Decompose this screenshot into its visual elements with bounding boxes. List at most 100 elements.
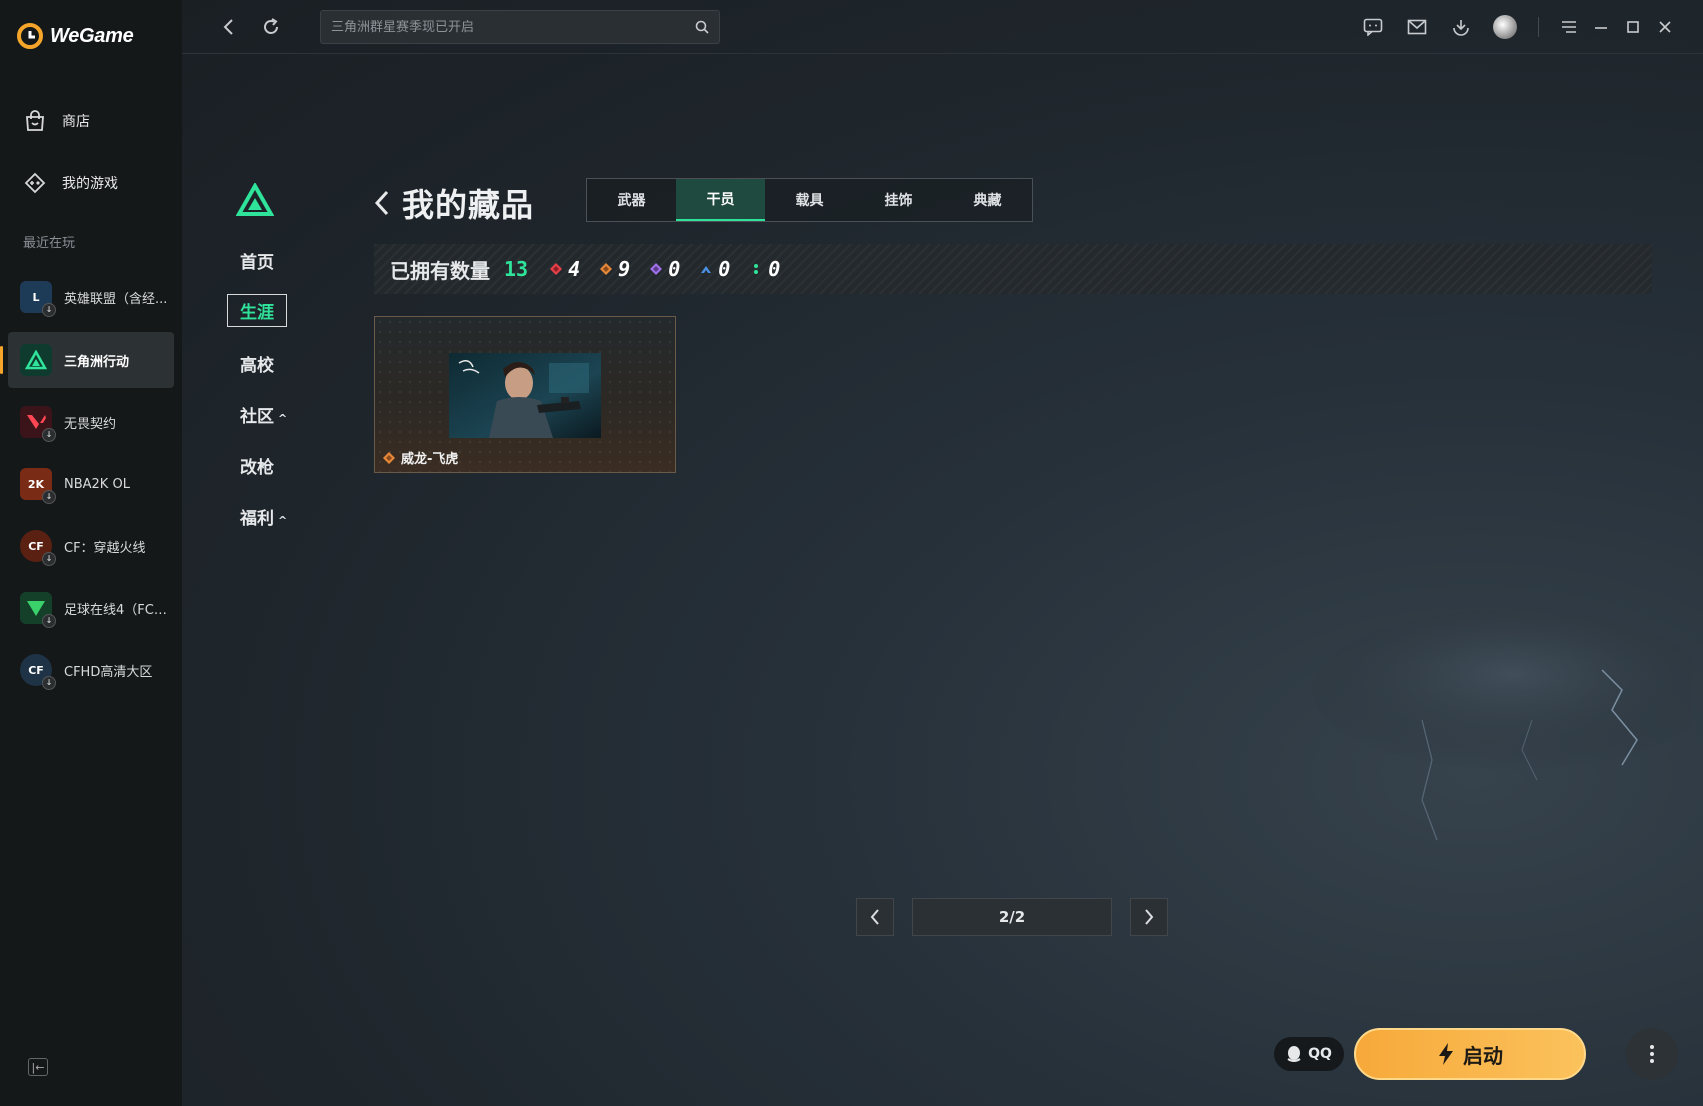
mail-button[interactable] bbox=[1404, 14, 1430, 40]
prev-page-button[interactable] bbox=[856, 898, 894, 936]
page-indicator: 2/2 bbox=[912, 898, 1112, 936]
game-nav-gunsmith[interactable]: 改枪 bbox=[240, 453, 274, 478]
rarity-stat-purple: 0 bbox=[650, 257, 680, 281]
rarity-count: 0 bbox=[768, 257, 781, 281]
nav-store-label: 商店 bbox=[62, 114, 90, 130]
recent-game-cfhd[interactable]: CF ↓ CFHD高清大区 bbox=[8, 642, 174, 698]
refresh-button[interactable] bbox=[258, 14, 284, 40]
valorant-icon: ↓ bbox=[20, 406, 56, 442]
next-page-button[interactable] bbox=[1130, 898, 1168, 936]
fc-online-icon: ↓ bbox=[20, 592, 56, 628]
launch-game-button[interactable]: 启动 bbox=[1354, 1028, 1586, 1080]
search-input[interactable] bbox=[331, 19, 695, 35]
league-of-legends-icon: L ↓ bbox=[20, 281, 56, 317]
rarity-count: 4 bbox=[568, 257, 581, 281]
collapse-left-icon: |← bbox=[31, 1060, 45, 1074]
tab-weapons[interactable]: 武器 bbox=[587, 179, 676, 221]
rarity-stat-blue: 0 bbox=[700, 257, 730, 281]
more-options-button[interactable] bbox=[1626, 1028, 1678, 1080]
recent-game-lol[interactable]: L ↓ 英雄联盟（含经... bbox=[8, 269, 174, 325]
owned-total-count: 13 bbox=[504, 257, 529, 281]
purple-diamond-icon bbox=[650, 263, 663, 275]
item-name-row: 威龙-飞虎 bbox=[383, 448, 458, 467]
tab-collectibles[interactable]: 典藏 bbox=[943, 179, 1032, 221]
game-nav-welfare-label: 福利 bbox=[240, 509, 274, 529]
nba2k-icon: 2K ↓ bbox=[20, 468, 56, 504]
owned-stats-bar: 已拥有数量 13 4 9 0 0 0 bbox=[374, 244, 1652, 294]
maximize-button[interactable] bbox=[1620, 14, 1646, 40]
nav-my-games[interactable]: 我的游戏 bbox=[22, 170, 118, 196]
store-bag-icon bbox=[26, 110, 44, 131]
recent-played-title: 最近在玩 bbox=[23, 236, 76, 251]
recent-game-valorant[interactable]: ↓ 无畏契约 bbox=[8, 394, 174, 450]
game-label: 英雄联盟（含经... bbox=[64, 291, 168, 307]
tab-vehicles[interactable]: 载具 bbox=[765, 179, 854, 221]
chevron-right-icon bbox=[1145, 909, 1154, 925]
download-badge-icon: ↓ bbox=[42, 490, 56, 504]
game-label: CF：穿越火线 bbox=[64, 540, 146, 556]
chat-button[interactable] bbox=[1360, 14, 1386, 40]
red-diamond-icon bbox=[550, 263, 563, 275]
operator-artwork bbox=[449, 353, 601, 438]
collection-back-icon[interactable] bbox=[374, 188, 390, 218]
avatar bbox=[1493, 15, 1517, 39]
game-nav-community[interactable]: 社区 ^ bbox=[240, 402, 287, 427]
recent-game-fc-online[interactable]: ↓ 足球在线4（FC ... bbox=[8, 580, 174, 636]
delta-force-logo-icon[interactable] bbox=[236, 183, 274, 217]
collapse-sidebar-button[interactable]: |← bbox=[28, 1058, 48, 1076]
rarity-stat-orange: 9 bbox=[600, 257, 630, 281]
search-icon[interactable] bbox=[695, 20, 709, 34]
game-label: CFHD高清大区 bbox=[64, 664, 153, 680]
tab-charms[interactable]: 挂饰 bbox=[854, 179, 943, 221]
user-avatar-button[interactable] bbox=[1492, 14, 1518, 40]
game-nav-welfare[interactable]: 福利 ^ bbox=[240, 504, 287, 529]
download-badge-icon: ↓ bbox=[42, 614, 56, 628]
rarity-stat-red: 4 bbox=[550, 257, 580, 281]
refresh-icon bbox=[264, 18, 278, 34]
nav-store[interactable]: 商店 bbox=[22, 108, 90, 134]
recent-game-crossfire[interactable]: CF ↓ CF：穿越火线 bbox=[8, 518, 174, 574]
download-badge-icon: ↓ bbox=[42, 676, 56, 690]
game-nav-gunsmith-label: 改枪 bbox=[240, 458, 274, 478]
close-icon bbox=[1659, 21, 1671, 33]
main-content: 首页 生涯 高校 社区^ 改枪 福利^ 我的藏品 武器 干员 载具 挂饰 典藏 … bbox=[182, 0, 1703, 1106]
page-title: 我的藏品 bbox=[402, 186, 535, 224]
collection-item-card[interactable]: 威龙-飞虎 bbox=[374, 316, 676, 473]
owned-count-label: 已拥有数量 bbox=[390, 258, 490, 283]
game-label: 足球在线4（FC ... bbox=[64, 602, 169, 618]
chevron-left-icon bbox=[870, 909, 879, 925]
minimize-button[interactable] bbox=[1588, 14, 1614, 40]
gamepad-icon bbox=[24, 172, 46, 194]
wegame-logo-icon bbox=[17, 23, 43, 49]
tab-operators[interactable]: 干员 bbox=[676, 179, 765, 221]
qq-login-badge[interactable]: QQ bbox=[1274, 1037, 1344, 1071]
menu-button[interactable] bbox=[1556, 14, 1582, 40]
download-badge-icon: ↓ bbox=[42, 552, 56, 566]
nav-my-games-label: 我的游戏 bbox=[62, 176, 118, 192]
rarity-count: 0 bbox=[668, 257, 681, 281]
game-nav-career[interactable]: 生涯 bbox=[227, 294, 287, 327]
wegame-logo[interactable]: WeGame bbox=[16, 22, 134, 50]
back-button[interactable] bbox=[216, 14, 242, 40]
recent-game-nba2k[interactable]: 2K ↓ NBA2K OL bbox=[8, 456, 174, 512]
crossfire-icon: CF ↓ bbox=[20, 530, 56, 566]
hamburger-menu-icon bbox=[1562, 21, 1576, 33]
game-nav-college[interactable]: 高校 bbox=[240, 351, 274, 376]
chat-bubble-icon bbox=[1363, 18, 1383, 36]
orange-diamond-icon bbox=[600, 263, 613, 275]
vertical-ellipsis-icon bbox=[1650, 1045, 1654, 1063]
game-label: 三角洲行动 bbox=[64, 354, 130, 370]
close-button[interactable] bbox=[1652, 14, 1678, 40]
game-nav-home[interactable]: 首页 bbox=[240, 248, 274, 273]
qq-label: QQ bbox=[1308, 1046, 1332, 1062]
search-box bbox=[320, 10, 720, 44]
recent-game-delta-force[interactable]: 三角洲行动 bbox=[0, 332, 174, 388]
operator-portrait-image bbox=[449, 353, 601, 438]
game-label: 无畏契约 bbox=[64, 416, 117, 432]
collection-tabs: 武器 干员 载具 挂饰 典藏 bbox=[586, 178, 1033, 222]
green-dots-icon bbox=[754, 264, 759, 274]
downloads-button[interactable] bbox=[1448, 14, 1474, 40]
rarity-stat-green: 0 bbox=[750, 257, 780, 281]
topbar-divider bbox=[1538, 17, 1539, 37]
lightning-bolt-icon bbox=[1439, 1043, 1453, 1065]
